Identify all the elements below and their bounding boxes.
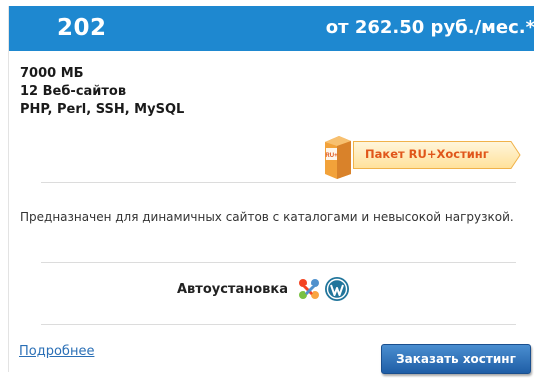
hosting-plan-card: 202 от 262.50 руб./мес.* 7000 МБ 12 Веб-…	[8, 6, 534, 374]
divider	[41, 324, 516, 325]
spec-sites: 12 Веб-сайтов	[20, 84, 127, 99]
more-details-link[interactable]: Подробнее	[19, 344, 94, 359]
wordpress-icon[interactable]	[324, 276, 350, 302]
divider	[41, 182, 516, 183]
autoinstall-row: Автоустановка	[177, 274, 350, 304]
package-box-text: RU+	[325, 153, 338, 159]
spec-tech: PHP, Perl, SSH, MySQL	[20, 102, 185, 117]
plan-price: от 262.50 руб./мес.*	[325, 17, 534, 38]
spec-disk: 7000 МБ	[20, 66, 84, 81]
plan-specs: 7000 МБ 12 Веб-сайтов PHP, Perl, SSH, My…	[20, 65, 184, 119]
package-badge[interactable]: RU+ Пакет RU+Хостинг	[323, 130, 523, 182]
plan-number: 202	[57, 15, 107, 41]
package-label: Пакет RU+Хостинг	[365, 147, 489, 161]
joomla-icon[interactable]	[296, 276, 322, 302]
divider	[41, 262, 516, 263]
plan-description: Предназначен для динамичных сайтов с кат…	[20, 210, 514, 224]
autoinstall-label: Автоустановка	[177, 281, 288, 297]
order-hosting-button[interactable]: Заказать хостинг	[381, 344, 531, 374]
package-box-icon: RU+	[325, 136, 351, 179]
plan-header: 202 от 262.50 руб./мес.*	[9, 6, 534, 51]
